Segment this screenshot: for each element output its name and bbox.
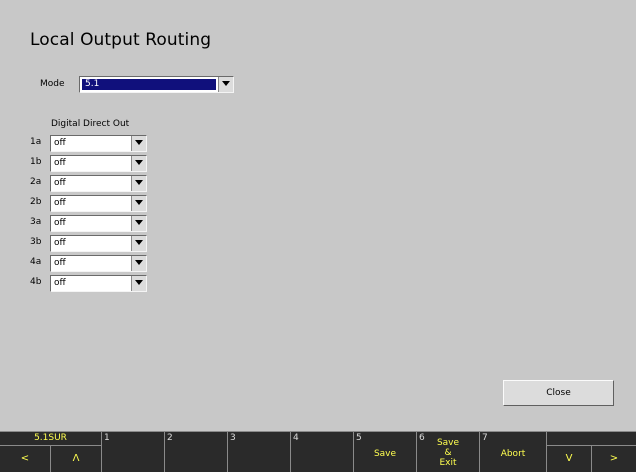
softkey-number: 1 — [104, 433, 110, 443]
softkey-2[interactable]: 2 — [165, 431, 228, 472]
chevron-down-icon — [135, 240, 143, 245]
chevron-down-icon — [135, 280, 143, 285]
mode-select[interactable]: 5.1 — [79, 76, 234, 93]
softkey-4[interactable]: 4 — [291, 431, 354, 472]
output-select-1a[interactable]: off — [50, 135, 147, 152]
output-dropdown-button[interactable] — [131, 136, 146, 151]
chevron-down-icon — [135, 140, 143, 145]
output-label-3a: 3a — [30, 217, 42, 227]
right-arrow-softkey[interactable]: > — [592, 445, 636, 472]
softkey-number: 2 — [167, 433, 173, 443]
output-label-1a: 1a — [30, 137, 42, 147]
softkey-number: 7 — [482, 433, 488, 443]
preset-softkey[interactable]: 5.1SUR — [0, 431, 102, 445]
output-value: off — [54, 138, 66, 148]
mode-label: Mode — [40, 79, 65, 89]
output-select-3a[interactable]: off — [50, 215, 147, 232]
output-label-2b: 2b — [30, 197, 42, 207]
left-arrow-softkey[interactable]: < — [0, 445, 51, 472]
routing-dialog: Local Output Routing Mode 5.1 Digital Di… — [0, 0, 636, 431]
output-select-4a[interactable]: off — [50, 255, 147, 272]
chevron-down-icon — [135, 200, 143, 205]
output-dropdown-button[interactable] — [131, 276, 146, 291]
output-value: off — [54, 258, 66, 268]
output-label-2a: 2a — [30, 177, 42, 187]
close-button[interactable]: Close — [503, 380, 614, 406]
preset-label: 5.1SUR — [34, 433, 67, 443]
softkey-number: 4 — [293, 433, 299, 443]
mode-value: 5.1 — [82, 79, 216, 90]
mode-dropdown-button[interactable] — [218, 77, 233, 92]
chevron-down-icon — [135, 260, 143, 265]
softkey-spacer — [547, 431, 636, 445]
output-dropdown-button[interactable] — [131, 156, 146, 171]
softkey-6[interactable]: 6 Save & Exit — [417, 431, 480, 472]
output-select-2b[interactable]: off — [50, 195, 147, 212]
chevron-down-icon — [135, 180, 143, 185]
softkey-3[interactable]: 3 — [228, 431, 291, 472]
chevron-down-icon — [222, 81, 230, 86]
output-select-1b[interactable]: off — [50, 155, 147, 172]
softkey-7[interactable]: 7 Abort — [480, 431, 547, 472]
down-arrow-softkey[interactable]: V — [547, 445, 592, 472]
softkey-5[interactable]: 5 Save — [354, 431, 417, 472]
output-select-3b[interactable]: off — [50, 235, 147, 252]
softkey-label: Save & Exit — [436, 438, 460, 468]
output-value: off — [54, 238, 66, 248]
up-arrow-softkey[interactable]: Λ — [51, 445, 102, 472]
output-label-4b: 4b — [30, 277, 42, 287]
output-select-4b[interactable]: off — [50, 275, 147, 292]
output-dropdown-button[interactable] — [131, 196, 146, 211]
softkey-1[interactable]: 1 — [102, 431, 165, 472]
output-dropdown-button[interactable] — [131, 176, 146, 191]
output-value: off — [54, 278, 66, 288]
chevron-down-icon — [135, 160, 143, 165]
chevron-down-icon — [135, 220, 143, 225]
output-label-3b: 3b — [30, 237, 42, 247]
output-value: off — [54, 198, 66, 208]
softkey-label: Save — [373, 449, 397, 459]
page-title: Local Output Routing — [30, 30, 212, 50]
output-dropdown-button[interactable] — [131, 236, 146, 251]
output-value: off — [54, 158, 66, 168]
output-dropdown-button[interactable] — [131, 216, 146, 231]
output-label-1b: 1b — [30, 157, 42, 167]
output-dropdown-button[interactable] — [131, 256, 146, 271]
softkey-label: Abort — [500, 449, 526, 459]
softkey-number: 3 — [230, 433, 236, 443]
output-value: off — [54, 178, 66, 188]
digital-direct-out-label: Digital Direct Out — [51, 119, 130, 129]
output-label-4a: 4a — [30, 257, 42, 267]
output-select-2a[interactable]: off — [50, 175, 147, 192]
output-value: off — [54, 218, 66, 228]
softkey-number: 5 — [356, 433, 362, 443]
